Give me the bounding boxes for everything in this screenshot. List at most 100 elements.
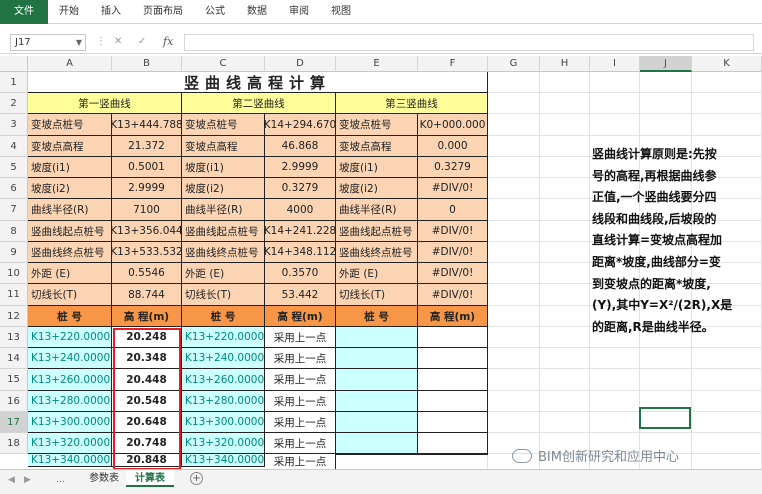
- more-sheets-icon[interactable]: …: [56, 475, 65, 485]
- station-cell[interactable]: K13+260.0000: [28, 369, 112, 391]
- function-icon[interactable]: fx: [163, 35, 173, 48]
- param-value-curve3[interactable]: 0: [418, 199, 488, 221]
- row-header-1[interactable]: 1: [0, 72, 28, 93]
- station-cell[interactable]: K13+300.0000: [182, 412, 265, 433]
- elevation-header[interactable]: 高 程(m): [418, 306, 488, 327]
- elevation-cell[interactable]: [418, 412, 488, 433]
- param-value-curve2[interactable]: 4000: [265, 199, 336, 221]
- param-value-curve3[interactable]: K0+000.000: [418, 114, 488, 136]
- station-cell[interactable]: [336, 433, 418, 454]
- param-label[interactable]: 变坡点高程: [336, 136, 418, 157]
- param-value-curve2[interactable]: K14+348.112: [265, 242, 336, 263]
- scroll-left-icon[interactable]: ◀: [8, 475, 15, 485]
- ribbon-tab-7[interactable]: 视图: [320, 0, 362, 24]
- add-sheet-icon[interactable]: +: [190, 472, 203, 485]
- curve-header-3[interactable]: 第三竖曲线: [336, 93, 488, 114]
- sheet-tab-params[interactable]: 参数表: [80, 470, 128, 487]
- elevation-cell[interactable]: [418, 454, 488, 455]
- param-value-curve3[interactable]: 0.000: [418, 136, 488, 157]
- param-label[interactable]: 竖曲线终点桩号: [28, 242, 112, 263]
- station-cell[interactable]: K13+340.0000: [28, 454, 112, 467]
- param-value-curve2[interactable]: K14+241.228: [265, 221, 336, 242]
- elevation-cell[interactable]: 采用上一点: [265, 454, 336, 469]
- param-label[interactable]: 变坡点高程: [28, 136, 112, 157]
- row-header-9[interactable]: 9: [0, 242, 28, 263]
- station-cell[interactable]: K13+340.0000: [182, 454, 265, 467]
- param-value-curve3[interactable]: #DIV/0!: [418, 221, 488, 242]
- param-value-curve1[interactable]: 88.744: [112, 284, 182, 306]
- column-header-H[interactable]: H: [540, 56, 590, 72]
- elevation-cell[interactable]: 采用上一点: [265, 391, 336, 412]
- spreadsheet-grid[interactable]: A B C D E F G H I J K 1 2 3 4 5 6 7 8 9 10 11 12 13 14 15 16 17 18 竖曲…: [0, 56, 762, 469]
- station-cell[interactable]: K13+260.0000: [182, 369, 265, 391]
- station-cell[interactable]: [336, 369, 418, 391]
- param-value-curve2[interactable]: 2.9999: [265, 157, 336, 178]
- elevation-cell[interactable]: 采用上一点: [265, 412, 336, 433]
- param-value-curve2[interactable]: 46.868: [265, 136, 336, 157]
- param-label[interactable]: 坡度(i1): [336, 157, 418, 178]
- name-box[interactable]: J17 ▼: [10, 34, 86, 51]
- param-label[interactable]: 竖曲线终点桩号: [182, 242, 265, 263]
- param-label[interactable]: 坡度(i2): [336, 178, 418, 199]
- row-header-14[interactable]: 14: [0, 348, 28, 369]
- row-header-11[interactable]: 11: [0, 284, 28, 306]
- param-value-curve3[interactable]: #DIV/0!: [418, 242, 488, 263]
- column-header-E[interactable]: E: [336, 56, 418, 72]
- elevation-header[interactable]: 高 程(m): [265, 306, 336, 327]
- formula-input[interactable]: [184, 34, 754, 51]
- confirm-icon[interactable]: ✓: [138, 36, 146, 47]
- param-label[interactable]: 曲线半径(R): [182, 199, 265, 221]
- param-value-curve3[interactable]: #DIV/0!: [418, 284, 488, 306]
- ribbon-tab-0[interactable]: 文件: [0, 0, 48, 24]
- elevation-cell[interactable]: 采用上一点: [265, 433, 336, 454]
- station-cell[interactable]: K13+280.0000: [182, 391, 265, 412]
- param-value-curve1[interactable]: 2.9999: [112, 178, 182, 199]
- scroll-right-icon[interactable]: ▶: [24, 475, 31, 485]
- row-header-3[interactable]: 3: [0, 114, 28, 136]
- column-header-G[interactable]: G: [488, 56, 540, 72]
- param-value-curve3[interactable]: #DIV/0!: [418, 178, 488, 199]
- station-cell[interactable]: K13+320.0000: [28, 433, 112, 454]
- param-label[interactable]: 坡度(i1): [28, 157, 112, 178]
- param-value-curve1[interactable]: K13+533.532: [112, 242, 182, 263]
- param-label[interactable]: 坡度(i2): [28, 178, 112, 199]
- ribbon-tab-5[interactable]: 数据: [236, 0, 278, 24]
- station-header[interactable]: 桩 号: [336, 306, 418, 327]
- column-header-F[interactable]: F: [418, 56, 488, 72]
- station-cell[interactable]: K13+220.0000: [182, 327, 265, 348]
- row-header-16[interactable]: 16: [0, 391, 28, 412]
- row-header-5[interactable]: 5: [0, 157, 28, 178]
- row-header-12[interactable]: 12: [0, 306, 28, 327]
- column-header-J[interactable]: J: [640, 56, 692, 72]
- station-cell[interactable]: K13+240.0000: [182, 348, 265, 369]
- curve-header-2[interactable]: 第二竖曲线: [182, 93, 336, 114]
- param-label[interactable]: 变坡点桩号: [182, 114, 265, 136]
- ribbon-tab-4[interactable]: 公式: [194, 0, 236, 24]
- elevation-cell[interactable]: 采用上一点: [265, 369, 336, 391]
- column-header-C[interactable]: C: [182, 56, 265, 72]
- row-header-13[interactable]: 13: [0, 327, 28, 348]
- station-cell[interactable]: [336, 412, 418, 433]
- station-cell[interactable]: K13+280.0000: [28, 391, 112, 412]
- row-header-17[interactable]: 17: [0, 412, 28, 433]
- column-header-K[interactable]: K: [692, 56, 762, 72]
- param-value-curve1[interactable]: 0.5001: [112, 157, 182, 178]
- row-header-2[interactable]: 2: [0, 93, 28, 114]
- station-cell[interactable]: K13+240.0000: [28, 348, 112, 369]
- ribbon-tab-1[interactable]: 开始: [48, 0, 90, 24]
- column-header-D[interactable]: D: [265, 56, 336, 72]
- param-label[interactable]: 外距 (E): [28, 263, 112, 284]
- param-label[interactable]: 变坡点高程: [182, 136, 265, 157]
- ribbon-tab-3[interactable]: 页面布局: [132, 0, 194, 24]
- param-value-curve1[interactable]: 21.372: [112, 136, 182, 157]
- param-value-curve3[interactable]: #DIV/0!: [418, 263, 488, 284]
- param-label[interactable]: 外距 (E): [182, 263, 265, 284]
- sheet-tab-calc[interactable]: 计算表: [126, 470, 174, 487]
- param-label[interactable]: 竖曲线终点桩号: [336, 242, 418, 263]
- column-header-A[interactable]: A: [28, 56, 112, 72]
- station-header[interactable]: 桩 号: [28, 306, 112, 327]
- param-label[interactable]: 切线长(T): [28, 284, 112, 306]
- param-label[interactable]: 竖曲线起点桩号: [182, 221, 265, 242]
- param-label[interactable]: 竖曲线起点桩号: [28, 221, 112, 242]
- row-header-18[interactable]: 18: [0, 433, 28, 454]
